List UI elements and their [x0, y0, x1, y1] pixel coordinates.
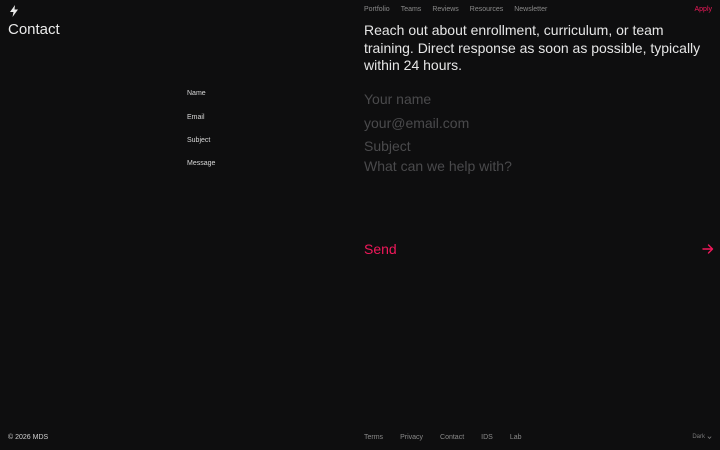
email-label: Email: [187, 114, 205, 121]
contact-page: Portfolio Teams Reviews Resources Newsle…: [0, 0, 720, 450]
copyright-text: © 2026 MDS: [8, 434, 49, 441]
name-field[interactable]: [364, 90, 710, 108]
intro-text: Reach out about enrollment, curriculum, …: [364, 22, 701, 73]
footer-link-ids[interactable]: IDS: [481, 433, 493, 442]
subject-field[interactable]: [364, 137, 710, 155]
email-field[interactable]: [364, 114, 710, 132]
chevron-down-icon: [707, 436, 712, 439]
theme-select[interactable]: Dark: [692, 433, 712, 442]
subject-label: Subject: [187, 137, 211, 144]
send-label: Send: [364, 240, 397, 257]
nav-portfolio[interactable]: Portfolio: [364, 5, 390, 14]
nav-reviews[interactable]: Reviews: [432, 5, 458, 14]
send-button[interactable]: Send: [364, 239, 714, 259]
message-label: Message: [187, 160, 216, 167]
apply-link[interactable]: Apply: [694, 5, 712, 14]
message-field[interactable]: [364, 158, 710, 228]
footer-link-privacy[interactable]: Privacy: [400, 433, 423, 442]
nav-newsletter[interactable]: Newsletter: [514, 5, 547, 14]
arrow-right-icon: [702, 244, 714, 254]
page-title: Contact: [8, 21, 60, 38]
nav-teams[interactable]: Teams: [401, 5, 422, 14]
lightning-bolt-icon[interactable]: [9, 4, 19, 17]
footer-link-terms[interactable]: Terms: [364, 433, 383, 442]
footer-link-lab[interactable]: Lab: [510, 433, 522, 442]
theme-value: Dark: [692, 434, 705, 440]
footer-link-contact[interactable]: Contact: [440, 433, 464, 442]
name-label: Name: [187, 90, 206, 97]
nav-resources[interactable]: Resources: [470, 5, 503, 14]
footer-nav: Terms Privacy Contact IDS Lab: [364, 433, 522, 442]
main-nav: Portfolio Teams Reviews Resources Newsle…: [364, 5, 558, 14]
